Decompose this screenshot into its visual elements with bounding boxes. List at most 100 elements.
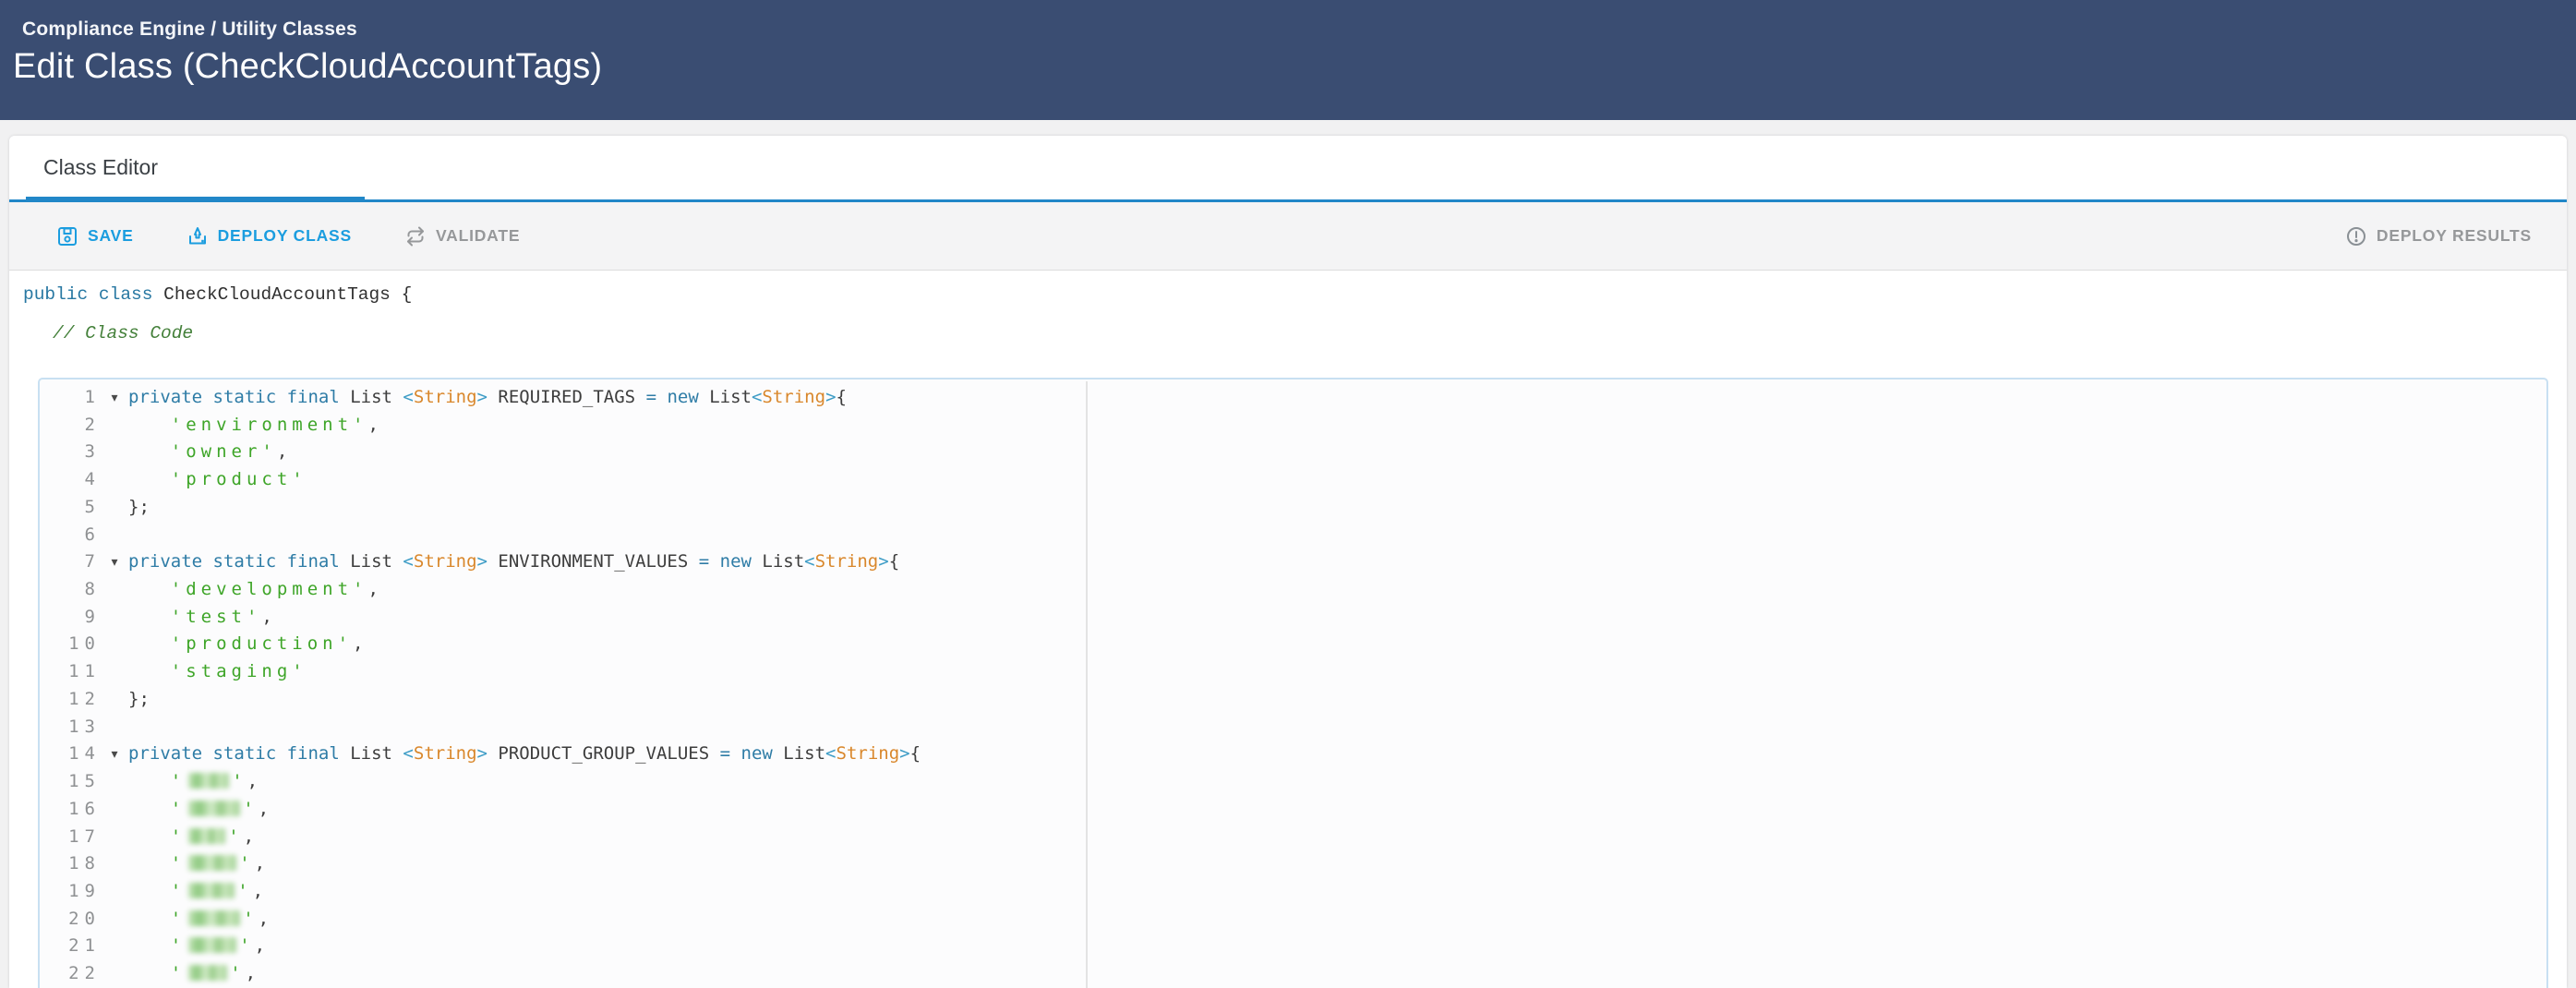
code-line[interactable]: 7▾private static final List <String> ENV…	[40, 548, 2546, 576]
deploy-results-label: DEPLOY RESULTS	[2377, 226, 2532, 246]
save-label: SAVE	[88, 226, 134, 246]
code-text: '',	[128, 796, 269, 824]
fold-arrow-icon[interactable]: ▾	[101, 741, 128, 768]
declaration-name: CheckCloudAccountTags {	[152, 284, 412, 305]
deploy-results-button[interactable]: DEPLOY RESULTS	[2345, 225, 2532, 247]
code-line[interactable]: 1▾private static final List <String> REQ…	[40, 384, 2546, 412]
class-editor-card: Class Editor SAVE DEPLOY CLAS	[9, 136, 2567, 988]
fold-gutter	[101, 686, 128, 714]
line-number: 16	[40, 796, 101, 824]
code-text: '',	[128, 824, 254, 851]
code-text: '',	[128, 850, 265, 878]
line-number: 11	[40, 658, 101, 686]
save-icon	[56, 225, 78, 247]
code-editor[interactable]: 1▾private static final List <String> REQ…	[38, 378, 2548, 988]
line-number: 14	[40, 741, 101, 768]
code-line[interactable]: 13	[40, 714, 2546, 741]
fold-gutter	[101, 796, 128, 824]
code-line[interactable]: 8 'development',	[40, 576, 2546, 604]
code-line[interactable]: 16 '',	[40, 796, 2546, 824]
code-text	[128, 522, 138, 549]
code-line[interactable]: 14▾private static final List <String> PR…	[40, 741, 2546, 768]
line-number: 1	[40, 384, 101, 412]
redacted-string	[188, 773, 229, 789]
fold-gutter	[101, 850, 128, 878]
line-number: 3	[40, 439, 101, 466]
declaration-keyword: public class	[23, 284, 152, 305]
redacted-string	[188, 937, 236, 953]
code-line[interactable]: 2 'environment',	[40, 412, 2546, 440]
line-number: 19	[40, 878, 101, 906]
code-line[interactable]: 12};	[40, 686, 2546, 714]
code-line[interactable]: 21 '',	[40, 933, 2546, 960]
code-text: '',	[128, 960, 256, 988]
line-number: 2	[40, 412, 101, 440]
fold-gutter	[101, 878, 128, 906]
code-text: 'staging'	[128, 658, 307, 686]
class-code-comment: // Class Code	[53, 321, 2567, 346]
line-number: 18	[40, 850, 101, 878]
fold-gutter	[101, 522, 128, 549]
code-text: '',	[128, 768, 258, 796]
repeat-icon	[404, 225, 427, 247]
deploy-class-button[interactable]: DEPLOY CLASS	[187, 225, 352, 247]
code-text: 'development',	[128, 576, 379, 604]
tab-bar: Class Editor	[9, 136, 2567, 202]
editor-toolbar: SAVE DEPLOY CLASS VALIDAT	[9, 202, 2567, 271]
code-text: '',	[128, 906, 269, 934]
code-line[interactable]: 9 'test',	[40, 604, 2546, 632]
redacted-string	[188, 828, 225, 844]
line-number: 6	[40, 522, 101, 549]
code-text: '',	[128, 878, 263, 906]
line-number: 13	[40, 714, 101, 741]
deploy-class-label: DEPLOY CLASS	[218, 226, 352, 246]
code-section: public class CheckCloudAccountTags { // …	[9, 271, 2567, 988]
code-line[interactable]: 15 '',	[40, 768, 2546, 796]
fold-gutter	[101, 658, 128, 686]
fold-gutter	[101, 906, 128, 934]
code-line[interactable]: 22 '',	[40, 960, 2546, 988]
code-text: };	[128, 494, 150, 522]
redacted-string	[188, 965, 227, 981]
code-line[interactable]: 3 'owner',	[40, 439, 2546, 466]
fold-gutter	[101, 412, 128, 440]
code-text: 'environment',	[128, 412, 379, 440]
line-number: 7	[40, 548, 101, 576]
line-number: 17	[40, 824, 101, 851]
class-declaration: public class CheckCloudAccountTags {	[23, 283, 2567, 307]
redacted-string	[188, 883, 235, 898]
code-line[interactable]: 17 '',	[40, 824, 2546, 851]
line-number: 9	[40, 604, 101, 632]
code-text: 'test',	[128, 604, 272, 632]
tab-class-editor[interactable]: Class Editor	[26, 136, 365, 199]
code-line[interactable]: 6	[40, 522, 2546, 549]
code-text: 'product'	[128, 466, 307, 494]
page-title: Edit Class (CheckCloudAccountTags)	[13, 44, 2576, 89]
redacted-string	[188, 801, 240, 816]
fold-gutter	[101, 604, 128, 632]
fold-gutter	[101, 494, 128, 522]
code-line[interactable]: 20 '',	[40, 906, 2546, 934]
fold-arrow-icon[interactable]: ▾	[101, 384, 128, 412]
line-number: 21	[40, 933, 101, 960]
redacted-string	[188, 910, 240, 926]
alert-circle-icon	[2345, 225, 2367, 247]
code-line[interactable]: 18 '',	[40, 850, 2546, 878]
fold-gutter	[101, 631, 128, 658]
code-text: private static final List <String> ENVIR…	[128, 548, 899, 576]
code-line[interactable]: 5};	[40, 494, 2546, 522]
breadcrumb[interactable]: Compliance Engine / Utility Classes	[22, 18, 2576, 42]
fold-gutter	[101, 439, 128, 466]
code-text: private static final List <String> PRODU…	[128, 741, 921, 768]
code-line[interactable]: 19 '',	[40, 878, 2546, 906]
fold-arrow-icon[interactable]: ▾	[101, 548, 128, 576]
save-button[interactable]: SAVE	[56, 225, 134, 247]
validate-button[interactable]: VALIDATE	[404, 225, 520, 247]
line-number: 15	[40, 768, 101, 796]
code-text: 'production',	[128, 631, 364, 658]
line-number: 10	[40, 631, 101, 658]
code-text: private static final List <String> REQUI…	[128, 384, 847, 412]
code-line[interactable]: 10 'production',	[40, 631, 2546, 658]
code-line[interactable]: 11 'staging'	[40, 658, 2546, 686]
code-line[interactable]: 4 'product'	[40, 466, 2546, 494]
